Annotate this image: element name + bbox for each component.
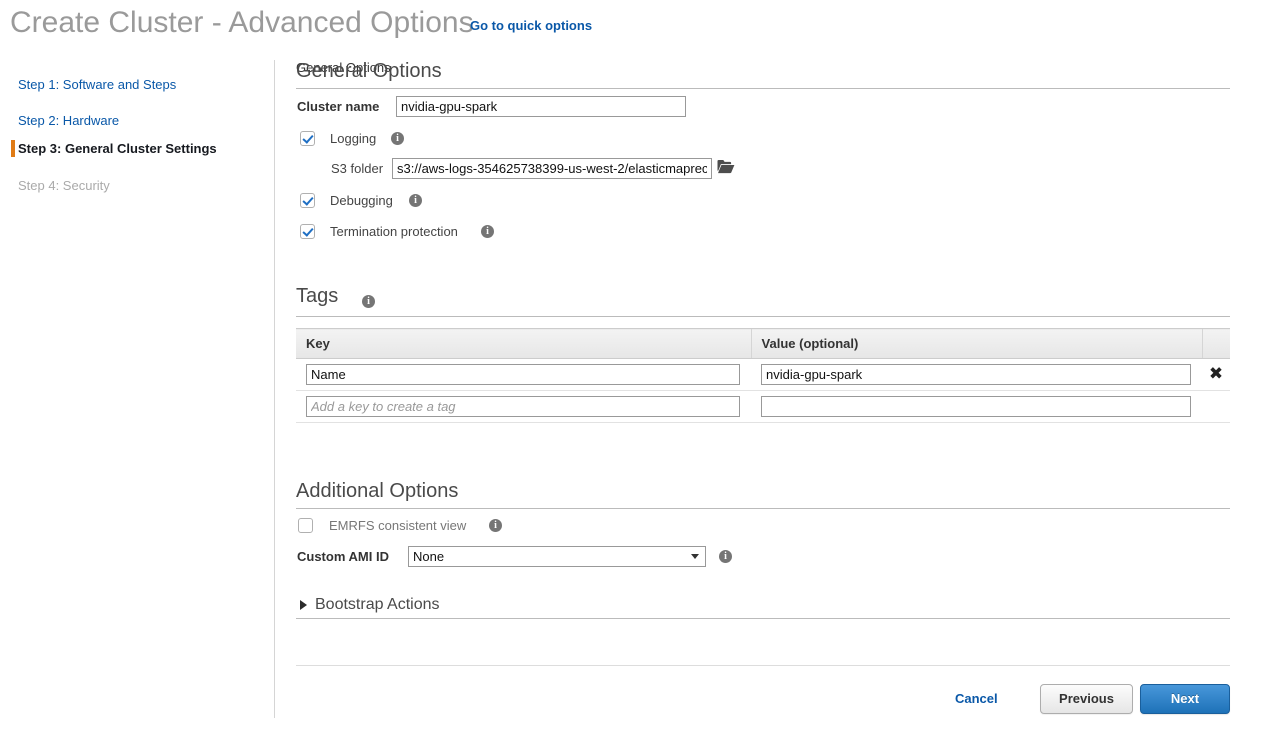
sidebar-item-step-2[interactable]: Step 2: Hardware — [18, 113, 119, 128]
termination-protection-info-icon[interactable]: i — [481, 225, 494, 238]
debugging-label: Debugging — [330, 193, 393, 208]
termination-protection-checkbox[interactable] — [300, 224, 315, 239]
cluster-name-input[interactable] — [396, 96, 686, 117]
folder-icon[interactable] — [717, 159, 735, 177]
tag-value-cell — [751, 358, 1203, 391]
tag-key-cell — [296, 358, 752, 391]
general-options-heading: General Options — [296, 60, 442, 82]
tags-divider — [296, 316, 1230, 317]
page-title: Create Cluster - Advanced Options — [10, 6, 474, 39]
custom-ami-id-info-icon[interactable]: i — [719, 550, 732, 563]
logging-label: Logging — [330, 131, 377, 146]
tag-key-input[interactable] — [306, 364, 740, 385]
main-content: General Options General Options Cluster … — [296, 56, 1236, 619]
table-row — [296, 390, 1230, 423]
tag-actions-cell — [1202, 390, 1230, 423]
tags-column-key: Key — [296, 328, 752, 359]
tag-key-cell — [296, 390, 752, 423]
general-options-divider — [296, 88, 1230, 89]
current-step-marker — [11, 140, 15, 157]
tags-column-actions — [1201, 328, 1230, 359]
previous-button[interactable]: Previous — [1040, 684, 1133, 714]
additional-options-title: Additional Options — [296, 480, 459, 502]
emrfs-consistent-view-checkbox[interactable] — [298, 518, 313, 533]
next-button[interactable]: Next — [1140, 684, 1230, 714]
bootstrap-actions-label: Bootstrap Actions — [315, 596, 440, 613]
sidebar-item-step-1[interactable]: Step 1: Software and Steps — [18, 77, 176, 92]
tag-value-input[interactable] — [761, 364, 1192, 385]
termination-protection-label: Termination protection — [330, 224, 458, 239]
s3-folder-label: S3 folder — [331, 161, 384, 176]
custom-ami-id-label: Custom AMI ID — [297, 549, 389, 564]
emrfs-consistent-view-label: EMRFS consistent view — [329, 518, 467, 533]
logging-info-icon[interactable]: i — [391, 132, 404, 145]
tags-column-value: Value (optional) — [750, 328, 1203, 359]
bootstrap-actions-expander[interactable]: Bootstrap Actions — [300, 596, 440, 614]
tags-info-icon[interactable]: i — [362, 295, 375, 308]
go-to-quick-options-link[interactable]: Go to quick options — [470, 18, 592, 33]
additional-options-divider — [296, 508, 1230, 509]
custom-ami-id-select[interactable]: None — [408, 546, 706, 567]
debugging-info-icon[interactable]: i — [409, 194, 422, 207]
custom-ami-id-select-wrap: None — [408, 546, 706, 567]
tag-value-input-new[interactable] — [761, 396, 1192, 417]
sidebar-item-step-3: Step 3: General Cluster Settings — [18, 141, 217, 156]
tag-actions-cell: ✖ — [1202, 358, 1230, 391]
emrfs-consistent-view-info-icon[interactable]: i — [489, 519, 502, 532]
footer-divider — [296, 664, 1230, 666]
cluster-name-label: Cluster name — [297, 99, 380, 114]
tags-table: Key Value (optional) ✖ — [296, 328, 1230, 423]
chevron-right-icon — [300, 600, 307, 610]
tags-title: Tags — [296, 285, 339, 307]
debugging-checkbox[interactable] — [300, 193, 315, 208]
tag-key-input-new[interactable] — [306, 396, 740, 417]
tag-value-cell — [751, 390, 1203, 423]
tags-table-header-row: Key Value (optional) — [296, 328, 1230, 359]
page-header: Create Cluster - Advanced Options Go to … — [0, 0, 1265, 56]
logging-checkbox[interactable] — [300, 131, 315, 146]
cancel-button[interactable]: Cancel — [955, 691, 998, 706]
close-icon[interactable]: ✖ — [1209, 366, 1223, 383]
wizard-steps-sidebar: Step 1: Software and Steps Step 2: Hardw… — [0, 60, 275, 718]
table-row: ✖ — [296, 358, 1230, 391]
s3-folder-input[interactable] — [392, 158, 712, 179]
sidebar-item-step-4: Step 4: Security — [18, 178, 110, 193]
bootstrap-actions-divider — [296, 618, 1230, 619]
